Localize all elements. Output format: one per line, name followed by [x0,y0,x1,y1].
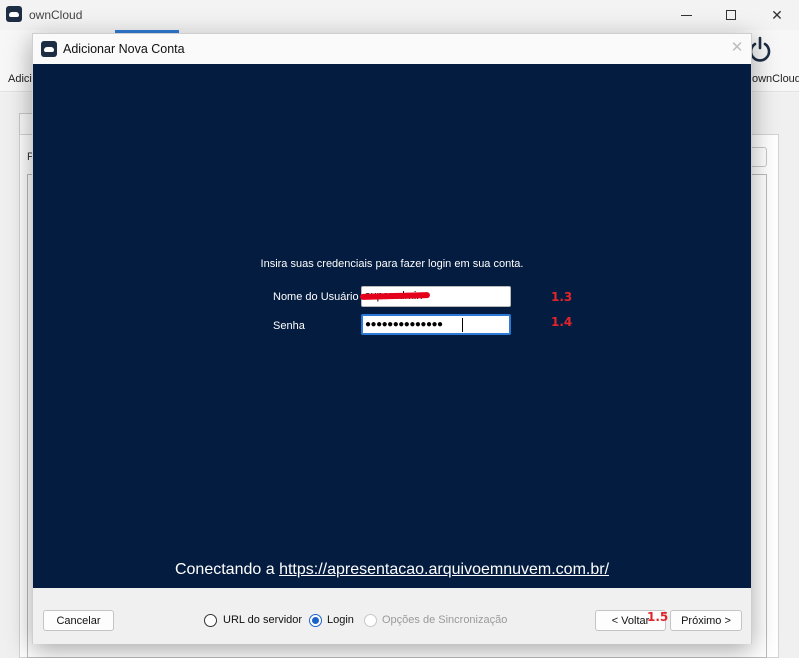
close-window-button[interactable]: ✕ [762,3,792,27]
dialog-close-button[interactable]: ✕ [729,40,745,56]
connecting-text: Conectando a https://apresentacao.arquiv… [33,561,751,579]
step-radio-server-url[interactable] [204,614,217,627]
main-window-titlebar: ownCloud ✕ [0,0,799,30]
maximize-icon [726,10,736,20]
login-instruction: Insira suas credenciais para fazer login… [260,258,524,270]
dialog-titlebar: Adicionar Nova Conta ✕ [33,34,751,64]
step-label-server-url[interactable]: URL do servidor [223,614,302,626]
login-page: Insira suas credenciais para fazer login… [33,64,751,588]
close-icon: ✕ [771,6,783,23]
step-radio-sync-options [364,614,377,627]
main-window-title: ownCloud [29,8,83,22]
next-button[interactable]: Próximo > [670,610,742,631]
minimize-icon [680,14,692,16]
connecting-prefix: Conectando a [174,561,275,578]
username-label: Nome do Usuário [273,291,359,303]
dialog-footer: Cancelar URL do servidor Login Opções de… [33,588,751,644]
username-field[interactable]: superadmin [359,286,511,307]
cancel-button[interactable]: Cancelar [43,610,114,631]
password-label: Senha [273,320,305,332]
minimize-button[interactable] [671,3,701,27]
step-label-login[interactable]: Login [327,614,354,626]
password-field[interactable]: ●●●●●●●●●●●●●● [361,314,511,335]
maximize-button[interactable] [716,3,746,27]
annotation-step-1-4: 1.4 [551,315,573,329]
toolbar-quit-label[interactable]: ownCloud [752,73,799,85]
owncloud-logo-icon [41,41,57,57]
server-url-link[interactable]: https://apresentacao.arquivoemnuvem.com.… [279,561,609,578]
step-radio-login[interactable] [309,614,322,627]
owncloud-logo-icon [6,6,22,22]
add-account-dialog: Adicionar Nova Conta ✕ Insira suas crede… [32,33,752,644]
step-label-sync-options: Opções de Sincronização [382,614,508,626]
dialog-title: Adicionar Nova Conta [63,42,185,56]
annotation-step-1-5: 1.5 [647,610,669,624]
text-caret [462,318,463,332]
password-masked-value: ●●●●●●●●●●●●●● [365,319,443,330]
annotation-step-1-3: 1.3 [551,290,573,304]
